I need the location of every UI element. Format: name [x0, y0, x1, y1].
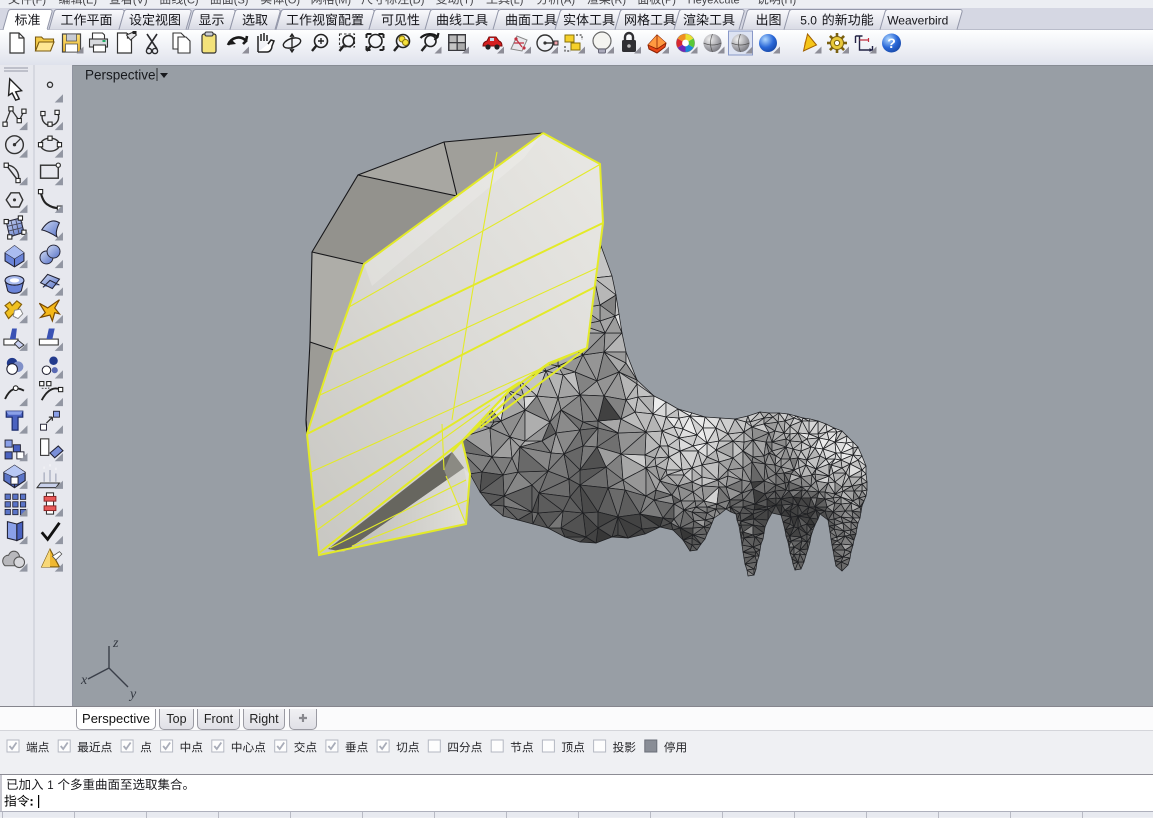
svg-text:(C): (C): [183, 0, 198, 7]
svg-text:?: ?: [887, 35, 896, 51]
svg-text:Perspective: Perspective: [85, 68, 156, 83]
svg-text:(O): (O): [284, 0, 300, 7]
svg-text:(F): (F): [32, 0, 46, 7]
svg-text:(D): (D): [409, 0, 424, 7]
svg-text:(E): (E): [82, 0, 97, 7]
svg-text:(H): (H): [781, 0, 796, 7]
svg-text:(V): (V): [133, 0, 148, 7]
svg-text:(M): (M): [335, 0, 352, 7]
svg-text:(A): (A): [560, 0, 575, 7]
svg-text:(T): (T): [460, 0, 474, 7]
svg-text:Heyexcute: Heyexcute: [688, 0, 740, 7]
svg-text:(S): (S): [234, 0, 249, 7]
svg-text:(L): (L): [510, 0, 523, 7]
svg-text:z: z: [112, 636, 119, 651]
svg-text:(P): (P): [661, 0, 676, 7]
svg-text:(R): (R): [611, 0, 626, 7]
svg-text:x: x: [80, 673, 88, 688]
svg-text:Weaverbird: Weaverbird: [887, 14, 948, 28]
svg-text:5.0: 5.0: [800, 14, 817, 28]
svg-text::: :: [30, 795, 34, 809]
svg-text:y: y: [128, 687, 137, 702]
svg-text:1: 1: [47, 780, 53, 792]
